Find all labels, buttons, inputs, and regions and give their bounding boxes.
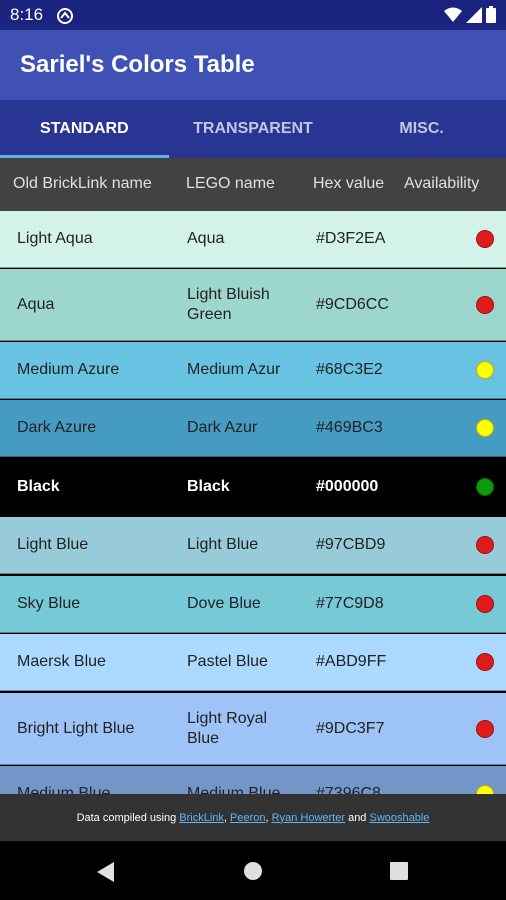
column-header-old-bricklink-name[interactable]: Old BrickLink name bbox=[13, 175, 152, 193]
availability-indicator bbox=[476, 361, 494, 379]
tab-transparent[interactable]: TRANSPARENT bbox=[169, 100, 338, 158]
app-bar: Sariel's Colors Table bbox=[0, 30, 506, 100]
hex-value-cell: #68C3E2 bbox=[316, 361, 383, 378]
old-bricklink-name-cell: Maersk Blue bbox=[17, 653, 106, 670]
table-row[interactable]: Dark Azure Dark Azur #469BC3 bbox=[0, 400, 506, 457]
lego-name-cell: Light Bluish Green bbox=[187, 285, 270, 323]
battery-icon bbox=[486, 6, 496, 23]
availability-indicator bbox=[476, 536, 494, 554]
availability-indicator bbox=[476, 785, 494, 794]
recents-icon[interactable] bbox=[390, 862, 408, 880]
peeron-link[interactable]: Peeron bbox=[230, 812, 265, 824]
availability-indicator bbox=[476, 295, 494, 314]
table-row[interactable]: Bright Light Blue Light Royal Blue #9DC3… bbox=[0, 693, 506, 765]
lego-name-cell: Pastel Blue bbox=[187, 653, 268, 670]
hex-value-cell: #000000 bbox=[316, 478, 379, 495]
lego-name-cell: Aqua bbox=[187, 230, 225, 247]
status-icons bbox=[440, 6, 496, 23]
lego-name-cell: Light Royal Blue bbox=[187, 709, 268, 747]
credits-and: and bbox=[345, 811, 370, 824]
table-row[interactable]: Black Black #000000 bbox=[0, 459, 506, 516]
table-row[interactable]: Sky Blue Dove Blue #77C9D8 bbox=[0, 576, 506, 633]
old-bricklink-name-cell: Dark Azure bbox=[17, 419, 97, 436]
availability-indicator bbox=[476, 719, 494, 738]
data-credits-footer: Data compiled using BrickLink , Peeron ,… bbox=[0, 794, 506, 841]
app-notification-icon bbox=[57, 8, 73, 24]
lego-name-cell: Black bbox=[187, 478, 230, 495]
back-icon[interactable] bbox=[96, 861, 116, 883]
availability-indicator bbox=[476, 419, 494, 437]
table-row[interactable]: Maersk Blue Pastel Blue #ABD9FF bbox=[0, 634, 506, 691]
status-time: 8:16 bbox=[10, 5, 44, 24]
signal-icon bbox=[466, 6, 482, 23]
swooshable-link[interactable]: Swooshable bbox=[369, 812, 429, 824]
lego-name-cell: Light Blue bbox=[187, 536, 259, 553]
column-header-availability[interactable]: Availability bbox=[404, 175, 479, 193]
old-bricklink-name-cell: Light Aqua bbox=[17, 230, 93, 247]
tab-standard[interactable]: STANDARD bbox=[0, 100, 169, 158]
tab-misc[interactable]: MISC. bbox=[337, 100, 506, 158]
old-bricklink-name-cell: Light Blue bbox=[17, 536, 89, 553]
old-bricklink-name-cell: Bright Light Blue bbox=[17, 719, 135, 737]
color-table: Light Aqua Aqua #D3F2EA Aqua Light Bluis… bbox=[0, 211, 506, 794]
lego-name-cell: Dove Blue bbox=[187, 595, 261, 612]
lego-name-cell: Dark Azur bbox=[187, 419, 258, 436]
old-bricklink-name-cell: Sky Blue bbox=[17, 595, 81, 612]
availability-indicator bbox=[476, 595, 494, 613]
hex-value-cell: #D3F2EA bbox=[316, 230, 386, 247]
hex-value-cell: #ABD9FF bbox=[316, 653, 387, 670]
table-row[interactable]: Medium Blue Medium Blue #7396C8 bbox=[0, 766, 506, 794]
table-row[interactable]: Aqua Light Bluish Green #9CD6CC bbox=[0, 269, 506, 341]
credits-prefix: Data compiled using bbox=[76, 811, 180, 824]
wifi-icon bbox=[444, 7, 462, 22]
old-bricklink-name-cell: Medium Azure bbox=[17, 361, 120, 378]
table-row[interactable]: Light Aqua Aqua #D3F2EA bbox=[0, 211, 506, 268]
hex-value-cell: #469BC3 bbox=[316, 419, 383, 436]
home-icon[interactable] bbox=[243, 861, 263, 881]
lego-name-cell: Medium Blue bbox=[187, 785, 281, 794]
old-bricklink-name-cell: Black bbox=[17, 478, 60, 495]
hex-value-cell: #9DC3F7 bbox=[316, 719, 385, 737]
table-row[interactable]: Medium Azure Medium Azur #68C3E2 bbox=[0, 342, 506, 399]
availability-indicator bbox=[476, 478, 494, 496]
old-bricklink-name-cell: Aqua bbox=[17, 295, 55, 313]
tab-bar: STANDARD TRANSPARENT MISC. bbox=[0, 100, 506, 158]
hex-value-cell: #77C9D8 bbox=[316, 595, 384, 612]
table-header: Old BrickLink name LEGO name Hex value A… bbox=[0, 158, 506, 211]
status-bar: 8:16 bbox=[0, 0, 506, 30]
hex-value-cell: #97CBD9 bbox=[316, 536, 386, 553]
hex-value-cell: #9CD6CC bbox=[316, 295, 389, 313]
bricklink-link[interactable]: BrickLink bbox=[179, 812, 224, 824]
column-header-lego-name[interactable]: LEGO name bbox=[186, 175, 275, 193]
ryan-howerter-link[interactable]: Ryan Howerter bbox=[272, 812, 345, 824]
column-header-hex-value[interactable]: Hex value bbox=[313, 175, 384, 193]
app-title: Sariel's Colors Table bbox=[20, 51, 255, 78]
table-row[interactable]: Light Blue Light Blue #97CBD9 bbox=[0, 517, 506, 574]
availability-indicator bbox=[476, 653, 494, 671]
hex-value-cell: #7396C8 bbox=[316, 785, 381, 794]
availability-indicator bbox=[476, 230, 494, 248]
system-navigation-bar bbox=[0, 841, 506, 900]
lego-name-cell: Medium Azur bbox=[187, 361, 281, 378]
old-bricklink-name-cell: Medium Blue bbox=[17, 785, 111, 794]
